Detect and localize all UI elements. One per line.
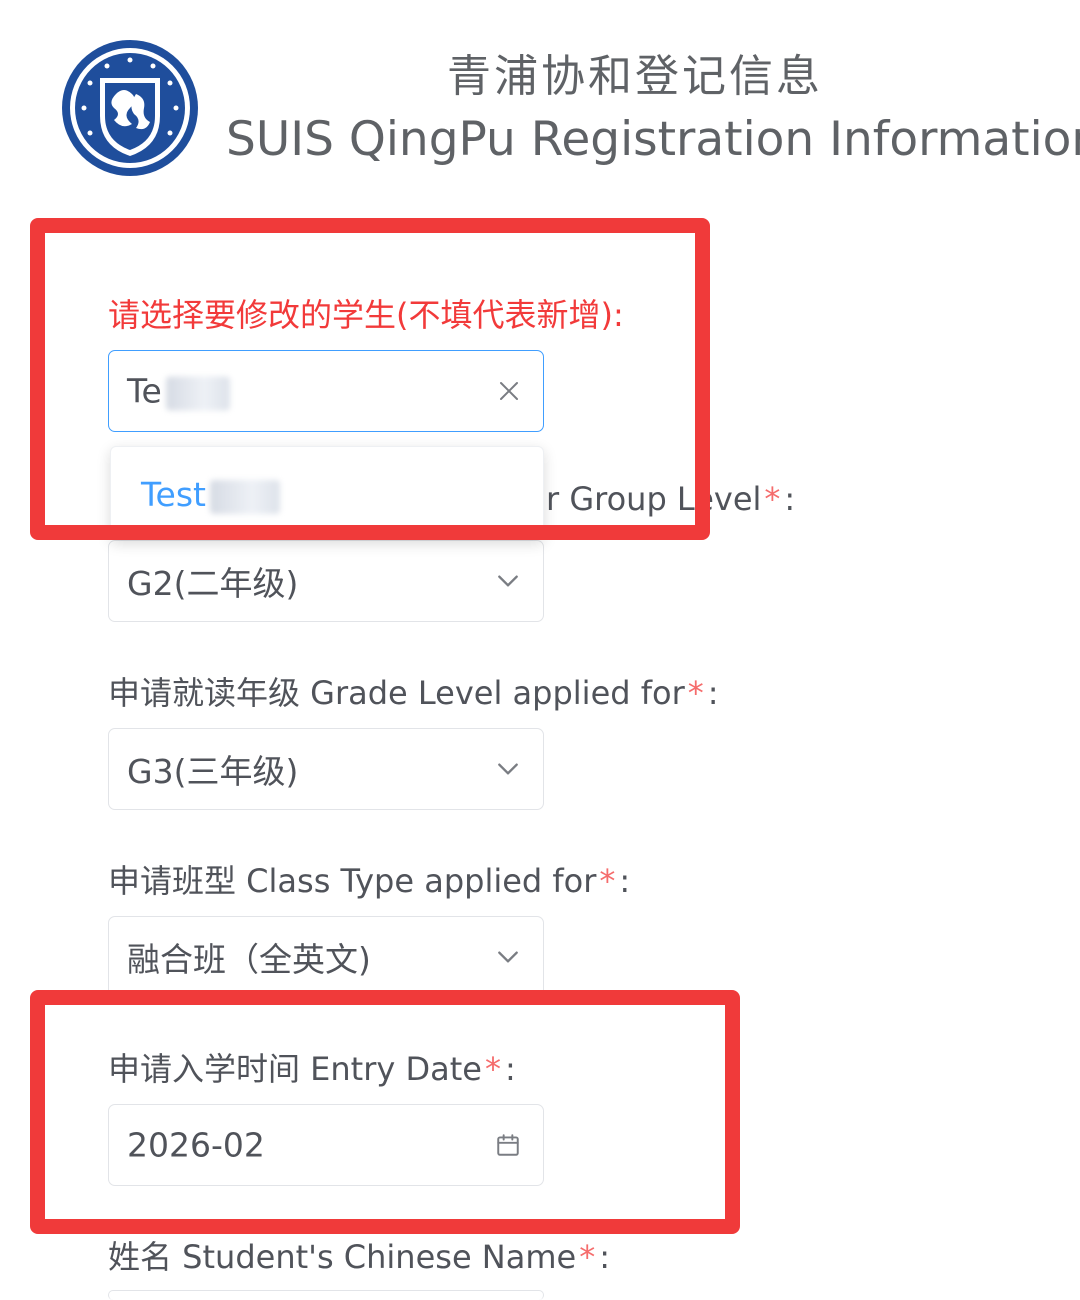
highlight-box-entry-date [30, 990, 740, 1234]
chevron-down-icon [498, 951, 518, 963]
class-type-select[interactable]: 融合班（全英文) [108, 916, 544, 998]
current-grade-value: G2(二年级) [127, 564, 299, 603]
applied-grade-value: G3(三年级) [127, 752, 299, 791]
class-type-value: 融合班（全英文) [127, 940, 371, 979]
class-type-label: 申请班型 Class Type applied for*: [108, 862, 631, 900]
applied-grade-select[interactable]: G3(三年级) [108, 728, 544, 810]
chinese-name-input[interactable] [108, 1290, 544, 1300]
page-title-en: SUIS QingPu Registration Information [226, 112, 1080, 167]
current-grade-select[interactable]: G2(二年级) [108, 540, 544, 622]
applied-grade-label: 申请就读年级 Grade Level applied for*: [108, 674, 719, 712]
chevron-down-icon [498, 763, 518, 775]
highlight-box-student-select [30, 218, 710, 540]
page-title-cn: 青浦协和登记信息 [447, 51, 823, 102]
chinese-name-label: 姓名 Student's Chinese Name*: [108, 1238, 610, 1276]
chevron-down-icon [498, 575, 518, 587]
school-crest-logo [62, 40, 198, 176]
